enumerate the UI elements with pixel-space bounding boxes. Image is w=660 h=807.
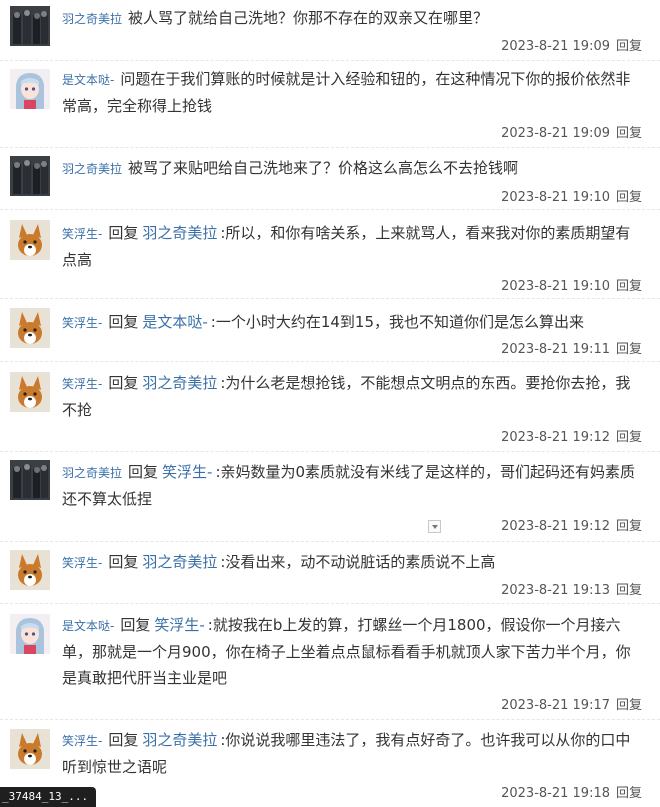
reply-text: :一个小时大约在14到15，我也不知道你们是怎么算出来 (210, 313, 585, 331)
reply-target-link[interactable]: 笑浮生- (154, 616, 204, 634)
username-link[interactable]: 羽之奇美拉 (62, 12, 122, 26)
reply-target-link[interactable]: 笑浮生- (162, 463, 212, 481)
reply-thread: 羽之奇美拉 被人骂了就给自己洗地？你那不存在的双亲又在哪里？ 2023-8-21 … (0, 0, 660, 807)
reply-button[interactable]: 回复 (616, 190, 642, 205)
reply-text: 问题在于我们算账的时候就是计入经验和钮的，在这种情况下你的报价依然非常高，完全称… (62, 70, 631, 115)
reply-label: 回复 (108, 731, 139, 749)
reply-button[interactable]: 回复 (616, 430, 642, 445)
corgi-avatar[interactable] (10, 550, 50, 590)
dark-group-avatar[interactable] (10, 460, 50, 500)
corgi-avatar[interactable] (10, 220, 50, 260)
reply-text: :没看出来，动不动说脏话的素质说不上高 (220, 553, 496, 571)
reply-timestamp: 2023-8-21 19:12 (501, 519, 610, 534)
reply-item: 羽之奇美拉 被人骂了就给自己洗地？你那不存在的双亲又在哪里？ 2023-8-21 … (0, 0, 660, 61)
reply-button[interactable]: 回复 (616, 126, 642, 141)
reply-timestamp: 2023-8-21 19:12 (501, 430, 610, 445)
reply-timestamp: 2023-8-21 19:10 (501, 279, 610, 294)
reply-timestamp: 2023-8-21 19:09 (501, 39, 610, 54)
reply-button[interactable]: 回复 (616, 583, 642, 598)
image-filename-label: _37484_13_... (0, 787, 97, 807)
username-link[interactable]: 笑浮生- (62, 227, 102, 241)
reply-text: 被骂了来贴吧给自己洗地来了？价格这么高怎么不去抢钱啊 (128, 159, 519, 177)
reply-item: 笑浮生- 回复 羽之奇美拉:为什么老是想抢钱，不能想点文明点的东西。要抢你去抢，我不… (0, 362, 660, 452)
reply-button[interactable]: 回复 (616, 698, 642, 713)
anime-girl-avatar[interactable] (10, 69, 50, 109)
reply-text: 被人骂了就给自己洗地？你那不存在的双亲又在哪里？ (128, 9, 489, 27)
username-link[interactable]: 笑浮生- (62, 734, 102, 748)
reply-item: 笑浮生- 回复 羽之奇美拉:没看出来，动不动说脏话的素质说不上高 2023-8-21… (0, 542, 660, 604)
username-link[interactable]: 笑浮生- (62, 377, 102, 391)
reply-timestamp: 2023-8-21 19:11 (501, 342, 610, 357)
dark-group-avatar[interactable] (10, 6, 50, 46)
reply-item: 笑浮生- 回复 羽之奇美拉:你说说我哪里违法了，我有点好奇了。也许我可以从你的口中听… (0, 720, 660, 807)
reply-timestamp: 2023-8-21 19:10 (501, 190, 610, 205)
dark-group-avatar[interactable] (10, 156, 50, 196)
reply-item: 羽之奇美拉 回复 笑浮生-:亲妈数量为0素质就没有米线了是这样的，哥们起码还有妈素质… (0, 452, 660, 542)
username-link[interactable]: 是文本哒- (62, 619, 114, 633)
reply-label: 回复 (128, 463, 159, 481)
anime-girl-avatar[interactable] (10, 614, 50, 654)
reply-target-link[interactable]: 羽之奇美拉 (142, 224, 217, 242)
reply-item: 笑浮生- 回复 是文本哒-:一个小时大约在14到15，我也不知道你们是怎么算出来 2… (0, 299, 660, 362)
reply-button[interactable]: 回复 (616, 519, 642, 534)
reply-target-link[interactable]: 羽之奇美拉 (142, 553, 217, 571)
reply-timestamp: 2023-8-21 19:13 (501, 583, 610, 598)
corgi-avatar[interactable] (10, 729, 50, 769)
reply-button[interactable]: 回复 (616, 279, 642, 294)
username-link[interactable]: 笑浮生- (62, 556, 102, 570)
reply-button[interactable]: 回复 (616, 786, 642, 801)
reply-target-link[interactable]: 是文本哒- (142, 313, 207, 331)
corgi-avatar[interactable] (10, 308, 50, 348)
reply-item: 羽之奇美拉 被骂了来贴吧给自己洗地来了？价格这么高怎么不去抢钱啊 2023-8-2… (0, 148, 660, 210)
reply-label: 回复 (108, 224, 139, 242)
corgi-avatar[interactable] (10, 372, 50, 412)
username-link[interactable]: 是文本哒- (62, 73, 114, 87)
reply-button[interactable]: 回复 (616, 342, 642, 357)
reply-timestamp: 2023-8-21 19:09 (501, 126, 610, 141)
reply-label: 回复 (108, 374, 139, 392)
reply-target-link[interactable]: 羽之奇美拉 (142, 374, 217, 392)
reply-item: 是文本哒- 问题在于我们算账的时候就是计入经验和钮的，在这种情况下你的报价依然非常… (0, 61, 660, 148)
reply-item: 笑浮生- 回复 羽之奇美拉:所以，和你有啥关系，上来就骂人，看来我对你的素质期望有点… (0, 210, 660, 299)
reply-button[interactable]: 回复 (616, 39, 642, 54)
username-link[interactable]: 羽之奇美拉 (62, 466, 122, 480)
expand-arrow-icon[interactable] (428, 520, 441, 533)
reply-label: 回复 (108, 553, 139, 571)
username-link[interactable]: 笑浮生- (62, 316, 102, 330)
reply-timestamp: 2023-8-21 19:17 (501, 698, 610, 713)
reply-label: 回复 (120, 616, 151, 634)
reply-target-link[interactable]: 羽之奇美拉 (142, 731, 217, 749)
reply-timestamp: 2023-8-21 19:18 (501, 786, 610, 801)
reply-label: 回复 (108, 313, 139, 331)
reply-item: 是文本哒- 回复 笑浮生-:就按我在b上发的算，打螺丝一个月1800，假设你一个月接… (0, 604, 660, 720)
username-link[interactable]: 羽之奇美拉 (62, 162, 122, 176)
